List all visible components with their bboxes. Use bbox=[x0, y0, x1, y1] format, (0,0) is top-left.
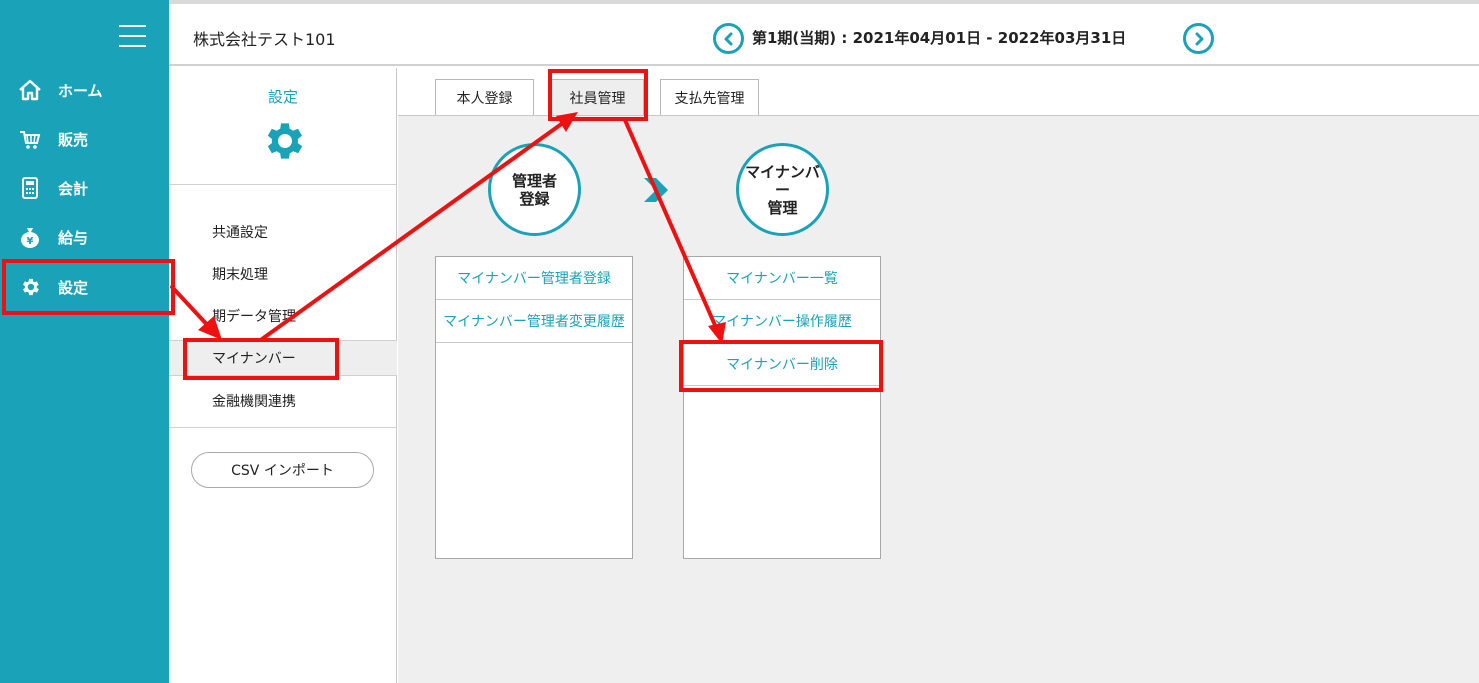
annotation-arrows bbox=[170, 112, 726, 344]
annotation-arrow bbox=[260, 118, 569, 341]
annotation-arrow bbox=[623, 118, 720, 334]
annotation-arrowhead bbox=[556, 112, 578, 132]
annotation-arrowhead bbox=[708, 322, 726, 344]
